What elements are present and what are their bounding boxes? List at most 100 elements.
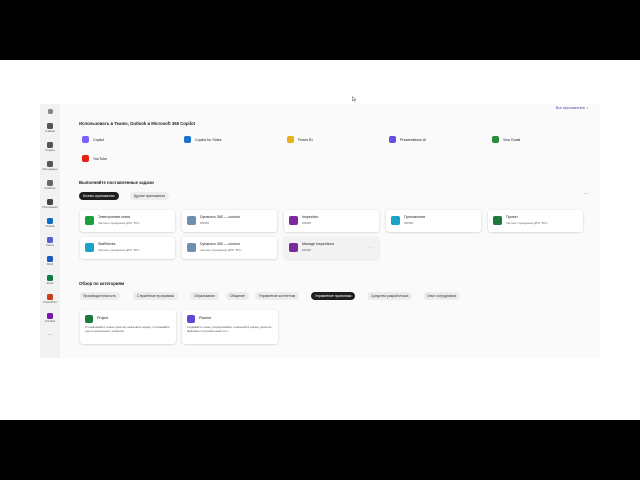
powerpoint-icon <box>47 294 53 300</box>
category-content-management[interactable]: Управление контентом <box>255 292 300 300</box>
card-title: Dynamics 365 — custom <box>200 215 240 219</box>
card-subtitle: Частное учреждение ДПО "РГК... <box>200 248 244 252</box>
rail-item-onedrive[interactable]: OneDrive <box>42 180 58 190</box>
project-icon <box>85 315 93 323</box>
applications-icon <box>391 216 400 225</box>
rail-item-create[interactable]: Создать <box>42 142 58 152</box>
card-subtitle: DM365 <box>404 221 414 225</box>
project-icon <box>493 216 502 225</box>
planner-icon <box>187 315 195 323</box>
manage-inspections-icon <box>289 243 298 252</box>
app-link-label: Viva Goals <box>503 137 521 142</box>
category-education[interactable]: Образование <box>190 292 220 300</box>
rail-item-word[interactable]: Word <box>42 256 58 266</box>
app-card-inspection[interactable]: Inspection DM365 <box>284 210 379 232</box>
app-link-power-bi[interactable]: Power BI <box>287 136 313 143</box>
section-more-icon[interactable]: ... <box>584 190 588 196</box>
card-title: Приложения <box>404 215 426 219</box>
tab-other-apps[interactable]: Другие приложения <box>130 192 170 200</box>
power-bi-icon <box>287 136 294 143</box>
section-title-copilot: Использовать в Teams, Outlook и Microsof… <box>79 121 195 126</box>
card-subtitle: Частное учреждение ДПО "РГК... <box>506 221 550 225</box>
dynamics-icon <box>187 216 196 225</box>
app-card-ebooks[interactable]: Электронные книги Частное учреждение ДПО… <box>80 210 175 232</box>
rail-label: Создать <box>45 149 55 152</box>
card-title: Manage Inspections <box>302 242 335 246</box>
apps-icon <box>47 199 53 205</box>
app-link-youtube[interactable]: YouTube <box>82 155 107 162</box>
youtube-icon <box>82 155 89 162</box>
onenote-icon <box>47 313 53 319</box>
waffle-icon <box>47 109 53 114</box>
category-card-planner[interactable]: Planner Создавайте планы, упорядочивайте… <box>182 310 278 344</box>
rail-item-teams[interactable]: Teams <box>42 237 58 247</box>
all-apps-link[interactable]: Все приложения › <box>556 106 588 110</box>
rail-label: Мои данные <box>42 168 58 171</box>
card-title: Dynamics 365 — custom <box>200 242 240 246</box>
waffle-menu[interactable] <box>42 109 58 114</box>
all-apps-label: Все приложения <box>555 106 585 110</box>
category-communication[interactable]: Общение <box>226 292 249 300</box>
category-card-project[interactable]: Project Устанавливайте планы проектов, н… <box>80 310 176 344</box>
rail-item-more[interactable]: ··· <box>42 332 58 338</box>
word-icon <box>47 256 53 262</box>
app-card-manage-inspections[interactable]: Manage Inspections DM365 ... <box>284 237 379 259</box>
inspection-icon <box>289 216 298 225</box>
rail-item-apps[interactable]: Приложения <box>42 199 58 209</box>
card-subtitle: Частное учреждение ДПО "РГК... <box>98 248 142 252</box>
app-card-project[interactable]: Проект Частное учреждение ДПО "РГК... <box>488 210 583 232</box>
rail-item-home[interactable]: Главная <box>42 123 58 133</box>
rail-label: OneDrive <box>44 187 56 190</box>
chevron-right-icon: › <box>586 106 588 110</box>
app-card-staffworks[interactable]: StaffWorks Частное учреждение ДПО "РГК..… <box>80 237 175 259</box>
rail-label: Outlook <box>45 225 55 228</box>
card-title: Inspection <box>302 215 319 219</box>
card-title: Project <box>97 316 109 320</box>
home-icon <box>47 123 53 129</box>
mouse-cursor-icon <box>352 96 356 102</box>
app-link-label: Copilot <box>93 137 105 142</box>
rail-item-excel[interactable]: Excel <box>42 275 58 285</box>
onedrive-icon <box>47 180 53 186</box>
card-more-icon[interactable]: ... <box>369 244 372 249</box>
card-title: StaffWorks <box>98 242 116 246</box>
app-card-dynamics-custom-2[interactable]: Dynamics 365 — custom Частное учреждение… <box>182 237 277 259</box>
more-icon: ··· <box>47 332 53 338</box>
left-rail: Главная Создать Мои данные OneDrive Прил… <box>40 104 60 358</box>
rail-label: Приложения <box>42 206 58 209</box>
viva-goals-icon <box>492 136 499 143</box>
card-subtitle: DM365 <box>302 221 312 225</box>
app-link-label: Power BI <box>298 137 313 142</box>
app-link-presentations-ai[interactable]: Presentations AI <box>389 136 426 143</box>
card-title: Planner <box>199 316 212 320</box>
presentations-ai-icon <box>389 136 396 143</box>
app-link-viva-goals[interactable]: Viva Goals <box>492 136 520 143</box>
app-link-copilot-for-sales[interactable]: Copilot for Sales <box>184 136 221 143</box>
dynamics-icon <box>187 243 196 252</box>
rail-label: Word <box>46 263 54 266</box>
rail-label: Teams <box>46 244 54 247</box>
card-subtitle: Частное учреждение ДПО "РГК... <box>98 221 142 225</box>
category-dev-tools[interactable]: Средства разработчика <box>367 292 413 300</box>
rail-item-onenote[interactable]: OneNote <box>42 313 58 323</box>
category-project-management[interactable]: Управление проектами <box>311 292 356 300</box>
rail-item-my-content[interactable]: Мои данные <box>42 161 58 171</box>
category-utilities[interactable]: Служебные программы <box>133 292 179 300</box>
rail-item-powerpoint[interactable]: PowerPoint <box>42 294 58 304</box>
card-subtitle: DM365 <box>200 221 210 225</box>
category-employee-experience[interactable]: Опыт сотрудников <box>423 292 460 300</box>
main-content: Все приложения › Использовать в Teams, O… <box>60 104 600 358</box>
rail-label: OneNote <box>44 320 56 323</box>
staffworks-icon <box>85 243 94 252</box>
my-content-icon <box>47 161 53 167</box>
app-card-applications[interactable]: Приложения DM365 <box>386 210 481 232</box>
rail-label: Excel <box>46 282 54 285</box>
category-productivity[interactable]: Производительность <box>79 292 120 300</box>
section-title-categories: Обзор по категориям <box>79 281 125 286</box>
app-window: Главная Создать Мои данные OneDrive Прил… <box>40 104 600 358</box>
tab-business-apps[interactable]: Бизнес-приложения <box>79 192 119 200</box>
rail-item-outlook[interactable]: Outlook <box>42 218 58 228</box>
app-link-copilot[interactable]: Copilot <box>82 136 104 143</box>
app-card-dynamics-custom[interactable]: Dynamics 365 — custom DM365 <box>182 210 277 232</box>
rail-label: Главная <box>45 130 55 133</box>
